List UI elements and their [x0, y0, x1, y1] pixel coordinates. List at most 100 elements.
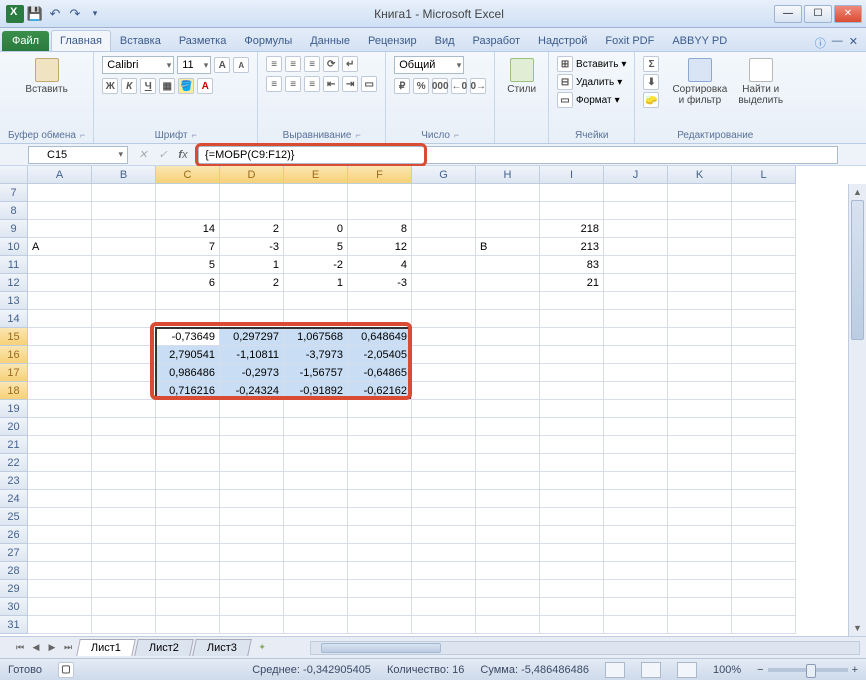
cell-F30[interactable]	[348, 598, 412, 616]
cell-F18[interactable]: -0,62162	[348, 382, 412, 400]
cell-F12[interactable]: -3	[348, 274, 412, 292]
cell-E9[interactable]: 0	[284, 220, 348, 238]
col-header-A[interactable]: A	[28, 166, 92, 184]
align-bot-icon[interactable]: ≡	[304, 56, 320, 72]
indent-inc-icon[interactable]: ⇥	[342, 76, 358, 92]
number-dialog-icon[interactable]: ⌐	[454, 130, 459, 141]
cell-G17[interactable]	[412, 364, 476, 382]
clear-icon[interactable]: 🧽	[643, 92, 659, 108]
row-header-10[interactable]: 10	[0, 238, 28, 256]
cell-D19[interactable]	[220, 400, 284, 418]
cell-B19[interactable]	[92, 400, 156, 418]
cell-G14[interactable]	[412, 310, 476, 328]
cell-C24[interactable]	[156, 490, 220, 508]
col-header-H[interactable]: H	[476, 166, 540, 184]
cell-C9[interactable]: 14	[156, 220, 220, 238]
row-header-30[interactable]: 30	[0, 598, 28, 616]
cell-C26[interactable]	[156, 526, 220, 544]
tab-view[interactable]: Вид	[426, 30, 464, 51]
col-header-K[interactable]: K	[668, 166, 732, 184]
cell-K27[interactable]	[668, 544, 732, 562]
cell-C17[interactable]: 0,986486	[156, 364, 220, 382]
cell-G15[interactable]	[412, 328, 476, 346]
row-header-9[interactable]: 9	[0, 220, 28, 238]
cell-L30[interactable]	[732, 598, 796, 616]
cell-J22[interactable]	[604, 454, 668, 472]
cell-B22[interactable]	[92, 454, 156, 472]
cell-A8[interactable]	[28, 202, 92, 220]
cell-J27[interactable]	[604, 544, 668, 562]
cell-J25[interactable]	[604, 508, 668, 526]
sheet-tab-2[interactable]: Лист2	[134, 639, 194, 656]
cell-I11[interactable]: 83	[540, 256, 604, 274]
cell-F13[interactable]	[348, 292, 412, 310]
cell-D14[interactable]	[220, 310, 284, 328]
cell-F23[interactable]	[348, 472, 412, 490]
cell-K16[interactable]	[668, 346, 732, 364]
cell-H19[interactable]	[476, 400, 540, 418]
cell-B7[interactable]	[92, 184, 156, 202]
cell-A18[interactable]	[28, 382, 92, 400]
cell-D29[interactable]	[220, 580, 284, 598]
cell-K23[interactable]	[668, 472, 732, 490]
cell-F20[interactable]	[348, 418, 412, 436]
cell-D10[interactable]: -3	[220, 238, 284, 256]
indent-dec-icon[interactable]: ⇤	[323, 76, 339, 92]
cell-H26[interactable]	[476, 526, 540, 544]
vscroll-thumb[interactable]	[851, 200, 864, 340]
cell-A9[interactable]	[28, 220, 92, 238]
cell-D11[interactable]: 1	[220, 256, 284, 274]
cell-K20[interactable]	[668, 418, 732, 436]
cell-D27[interactable]	[220, 544, 284, 562]
col-header-L[interactable]: L	[732, 166, 796, 184]
cell-I17[interactable]	[540, 364, 604, 382]
cell-G22[interactable]	[412, 454, 476, 472]
col-header-I[interactable]: I	[540, 166, 604, 184]
cell-A31[interactable]	[28, 616, 92, 634]
cell-I18[interactable]	[540, 382, 604, 400]
cell-C15[interactable]: -0,73649	[156, 328, 220, 346]
cell-I8[interactable]	[540, 202, 604, 220]
cell-E30[interactable]	[284, 598, 348, 616]
cell-H24[interactable]	[476, 490, 540, 508]
font-size-combo[interactable]: 11	[177, 56, 211, 74]
find-select-button[interactable]: Найти и выделить	[734, 56, 787, 108]
cell-B18[interactable]	[92, 382, 156, 400]
cell-I24[interactable]	[540, 490, 604, 508]
cell-H9[interactable]	[476, 220, 540, 238]
cell-H16[interactable]	[476, 346, 540, 364]
row-header-26[interactable]: 26	[0, 526, 28, 544]
cell-G28[interactable]	[412, 562, 476, 580]
row-header-23[interactable]: 23	[0, 472, 28, 490]
cell-J12[interactable]	[604, 274, 668, 292]
fill-color-button[interactable]: 🪣	[178, 78, 194, 94]
cell-H30[interactable]	[476, 598, 540, 616]
row-header-12[interactable]: 12	[0, 274, 28, 292]
cell-B13[interactable]	[92, 292, 156, 310]
cell-J7[interactable]	[604, 184, 668, 202]
cell-K22[interactable]	[668, 454, 732, 472]
name-box[interactable]: C15	[28, 146, 128, 164]
row-header-17[interactable]: 17	[0, 364, 28, 382]
col-header-B[interactable]: B	[92, 166, 156, 184]
cell-C16[interactable]: 2,790541	[156, 346, 220, 364]
cell-I28[interactable]	[540, 562, 604, 580]
cell-G29[interactable]	[412, 580, 476, 598]
cell-A21[interactable]	[28, 436, 92, 454]
cell-I23[interactable]	[540, 472, 604, 490]
cell-J9[interactable]	[604, 220, 668, 238]
cell-J8[interactable]	[604, 202, 668, 220]
orientation-icon[interactable]: ⟳	[323, 56, 339, 72]
cell-B8[interactable]	[92, 202, 156, 220]
cell-C13[interactable]	[156, 292, 220, 310]
row-header-27[interactable]: 27	[0, 544, 28, 562]
col-header-D[interactable]: D	[220, 166, 284, 184]
cell-K28[interactable]	[668, 562, 732, 580]
shrink-font-icon[interactable]: A	[233, 57, 249, 73]
file-tab[interactable]: Файл	[2, 31, 49, 51]
row-header-11[interactable]: 11	[0, 256, 28, 274]
inc-decimal-icon[interactable]: ←0	[451, 78, 467, 94]
cell-H13[interactable]	[476, 292, 540, 310]
scroll-up-icon[interactable]: ▲	[849, 184, 866, 200]
cell-A26[interactable]	[28, 526, 92, 544]
